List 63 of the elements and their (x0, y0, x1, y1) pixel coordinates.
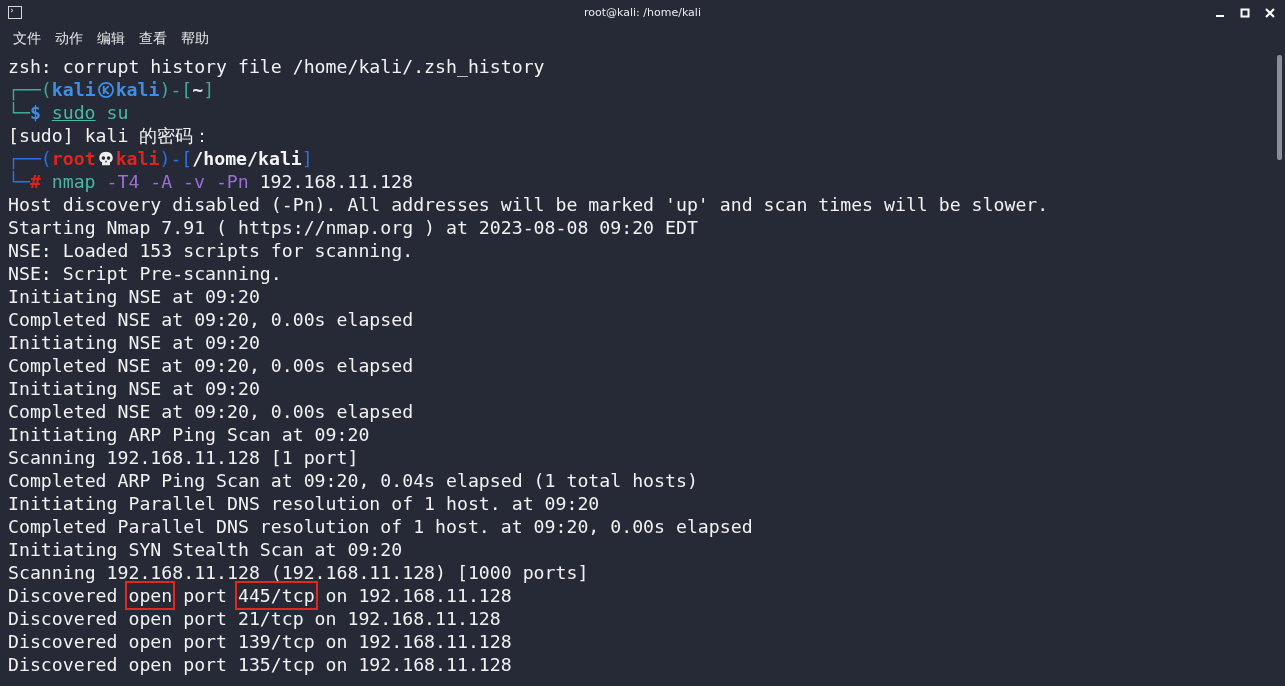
menu-item[interactable]: 动作 (55, 29, 83, 48)
output-line: Discovered open port 21/tcp on 192.168.11.128 (8, 607, 502, 630)
output-line: Host discovery disabled (-Pn). All addresses will be marked 'up' and scan times will be slower. (8, 193, 1050, 216)
prompt-frame: ] (301, 147, 313, 170)
command-text: su (106, 101, 129, 124)
prompt-frame: )-[ (159, 78, 193, 101)
output-line: Initiating NSE at 09:20 (8, 377, 261, 400)
close-icon[interactable] (1265, 7, 1275, 18)
prompt-path: /home/kali (192, 147, 302, 170)
menu-item[interactable]: 文件 (13, 29, 41, 48)
output-line: Completed Parallel DNS resolution of 1 host. at 09:20, 0.00s elapsed (8, 515, 754, 538)
prompt-frame: ┌──( (8, 78, 52, 101)
output-line: Completed ARP Ping Scan at 09:20, 0.04s elapsed (1 total hosts) (8, 469, 699, 492)
circled-k-icon (96, 80, 115, 99)
prompt-host: kali (115, 147, 160, 170)
prompt-frame: └─ (8, 170, 30, 193)
terminal-icon (8, 6, 22, 19)
output-line: Discovered open port 139/tcp on 192.168.11.128 (8, 630, 513, 653)
prompt-frame: ┌──( (8, 147, 52, 170)
output-line: Starting Nmap 7.91 ( https://nmap.org ) at 2023-08-08 09:20 EDT (8, 216, 699, 239)
output-line: Scanning 192.168.11.128 (192.168.11.128) [1000 ports] (8, 561, 590, 584)
command-text: -v (183, 170, 205, 193)
output-text: on 192.168.11.128 (324, 584, 512, 607)
output-line: Completed NSE at 09:20, 0.00s elapsed (8, 400, 415, 423)
output-line: Initiating NSE at 09:20 (8, 331, 261, 354)
maximize-icon[interactable] (1240, 7, 1250, 18)
output-line: Completed NSE at 09:20, 0.00s elapsed (8, 308, 415, 331)
skull-icon (96, 149, 115, 168)
output-line: Initiating Parallel DNS resolution of 1 host. at 09:20 (8, 492, 601, 515)
scrollbar[interactable] (1277, 55, 1282, 160)
window-title: root@kali: /home/kali (584, 6, 701, 19)
prompt-frame: ] (203, 78, 215, 101)
output-line: Scanning 192.168.11.128 [1 port] (8, 446, 360, 469)
command-text: -Pn (215, 170, 249, 193)
output-line: Completed NSE at 09:20, 0.00s elapsed (8, 354, 415, 377)
menu-item[interactable]: 编辑 (97, 29, 125, 48)
menu-item[interactable]: 查看 (139, 29, 167, 48)
prompt-symbol: # (29, 171, 41, 193)
prompt-host: kali (115, 78, 160, 101)
highlighted-text: 445/tcp (237, 584, 315, 607)
output-line: [sudo] kali 的密码： (8, 124, 213, 147)
command-text: 192.168.11.128 (259, 170, 413, 193)
prompt-user: kali (51, 78, 96, 101)
output-line: Initiating NSE at 09:20 (8, 285, 261, 308)
command-text: nmap (51, 170, 96, 193)
command-text: -T4 (106, 170, 140, 193)
prompt-path: ~ (192, 78, 204, 101)
output-line: Initiating ARP Ping Scan at 09:20 (8, 423, 371, 446)
output-line: Initiating SYN Stealth Scan at 09:20 (8, 538, 404, 561)
command-text: sudo (51, 101, 96, 124)
menu-item[interactable]: 帮助 (181, 29, 209, 48)
prompt-symbol: $ (29, 102, 41, 124)
output-line: zsh: corrupt history file /home/kali/.zsh_history (8, 55, 546, 78)
output-line: NSE: Loaded 153 scripts for scanning. (8, 239, 415, 262)
output-text: port (182, 584, 228, 607)
prompt-user: root (51, 147, 96, 170)
highlighted-text: open (128, 584, 173, 607)
output-text: Discovered (8, 584, 119, 607)
command-text: -A (150, 170, 173, 193)
output-line: NSE: Script Pre-scanning. (8, 262, 283, 285)
prompt-frame: └─ (8, 101, 30, 124)
output-line: Discovered open port 135/tcp on 192.168.11.128 (8, 653, 513, 676)
prompt-frame: )-[ (159, 147, 193, 170)
